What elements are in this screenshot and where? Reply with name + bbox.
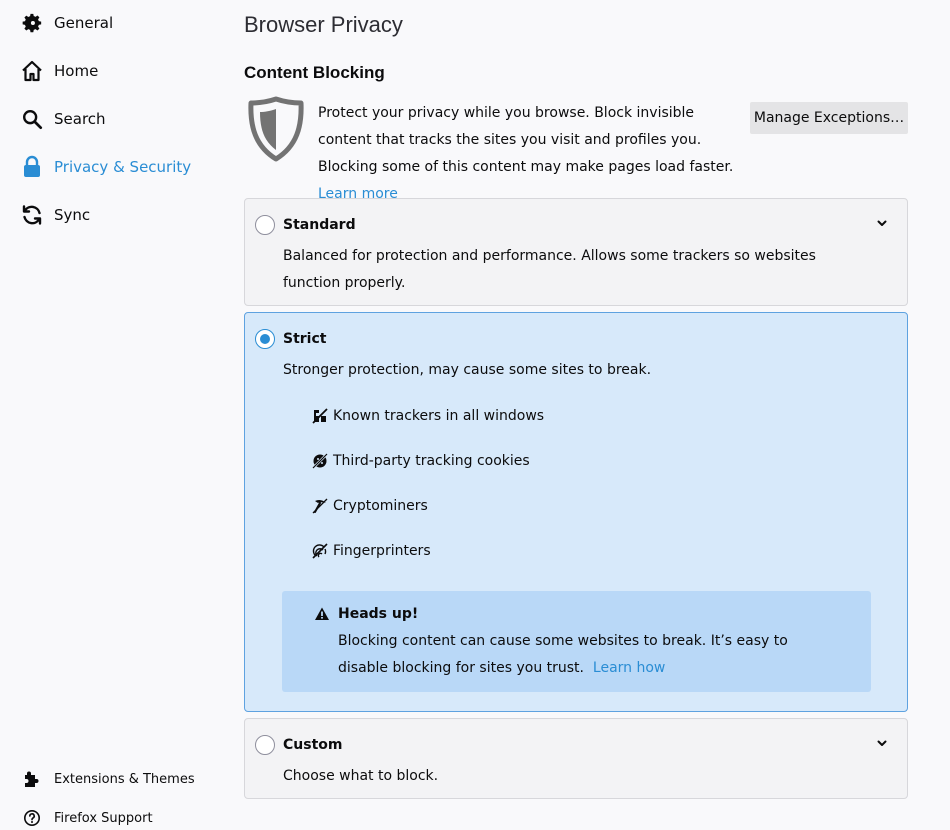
option-strict[interactable]: Strict Stronger protection, may cause so… bbox=[244, 312, 908, 712]
warning-message: Blocking content can cause some websites… bbox=[338, 633, 788, 676]
home-icon bbox=[20, 59, 44, 83]
custom-title: Custom bbox=[283, 737, 343, 753]
feature-cryptominers: Cryptominers bbox=[311, 494, 428, 518]
sidebar-item-search[interactable]: Search bbox=[20, 104, 106, 134]
sidebar-item-extensions-themes[interactable]: Extensions & Themes bbox=[22, 768, 195, 790]
feature-fingerprinters: Fingerprinters bbox=[311, 539, 431, 563]
shield-icon bbox=[247, 96, 305, 162]
sidebar-item-label: Search bbox=[54, 110, 106, 128]
sidebar-item-label: Firefox Support bbox=[54, 810, 153, 826]
sidebar: General Home Search Privacy & Security S… bbox=[0, 0, 228, 830]
warning-text: Blocking content can cause some websites… bbox=[338, 628, 838, 682]
page-title: Browser Privacy bbox=[244, 12, 403, 37]
cookie-icon bbox=[311, 452, 329, 470]
feature-label: Cryptominers bbox=[333, 498, 428, 514]
sidebar-item-label: Home bbox=[54, 62, 99, 80]
sidebar-item-label: General bbox=[54, 14, 114, 32]
sidebar-item-label: Extensions & Themes bbox=[54, 771, 195, 787]
intro-text: Protect your privacy while you browse. B… bbox=[318, 105, 734, 175]
learn-how-link[interactable]: Learn how bbox=[593, 660, 665, 676]
chevron-down-icon[interactable] bbox=[875, 215, 889, 229]
sidebar-item-label: Privacy & Security bbox=[54, 158, 192, 176]
standard-radio[interactable] bbox=[255, 215, 275, 235]
option-custom[interactable]: Custom Choose what to block. bbox=[244, 718, 908, 799]
warning-title: Heads up! bbox=[338, 606, 419, 622]
sync-icon bbox=[20, 203, 44, 227]
chevron-down-icon[interactable] bbox=[875, 735, 889, 749]
gear-icon bbox=[20, 11, 44, 35]
feature-known-trackers: Known trackers in all windows bbox=[311, 404, 544, 428]
feature-third-party-cookies: Third-party tracking cookies bbox=[311, 449, 530, 473]
standard-description: Balanced for protection and performance.… bbox=[283, 248, 816, 291]
option-standard[interactable]: Standard Balanced for protection and per… bbox=[244, 198, 908, 306]
sidebar-item-home[interactable]: Home bbox=[20, 56, 98, 86]
sidebar-item-privacy-security[interactable]: Privacy & Security bbox=[20, 152, 191, 182]
puzzle-icon bbox=[22, 769, 42, 789]
search-icon bbox=[20, 107, 44, 131]
section-title: Content Blocking bbox=[244, 63, 385, 82]
sidebar-item-sync[interactable]: Sync bbox=[20, 200, 90, 230]
tracker-icon bbox=[311, 407, 329, 425]
warning-box: Heads up! Blocking content can cause som… bbox=[282, 591, 871, 692]
sidebar-item-general[interactable]: General bbox=[20, 8, 113, 38]
content-blocking-description: Protect your privacy while you browse. B… bbox=[318, 100, 748, 208]
strict-radio[interactable] bbox=[255, 329, 275, 349]
feature-label: Known trackers in all windows bbox=[333, 408, 545, 424]
strict-description: Stronger protection, may cause some site… bbox=[283, 362, 652, 378]
feature-label: Third-party tracking cookies bbox=[333, 453, 530, 469]
sidebar-item-firefox-support[interactable]: Firefox Support bbox=[22, 807, 153, 829]
feature-label: Fingerprinters bbox=[333, 543, 431, 559]
fingerprint-icon bbox=[311, 542, 329, 560]
standard-title: Standard bbox=[283, 217, 356, 233]
warning-icon bbox=[314, 606, 330, 622]
custom-description: Choose what to block. bbox=[283, 768, 439, 784]
lock-icon bbox=[20, 155, 44, 179]
help-icon bbox=[22, 808, 42, 828]
custom-radio[interactable] bbox=[255, 735, 275, 755]
sidebar-item-label: Sync bbox=[54, 206, 91, 224]
cryptominer-icon bbox=[311, 497, 329, 515]
strict-title: Strict bbox=[283, 331, 327, 347]
manage-exceptions-button[interactable]: Manage Exceptions… bbox=[750, 102, 908, 134]
